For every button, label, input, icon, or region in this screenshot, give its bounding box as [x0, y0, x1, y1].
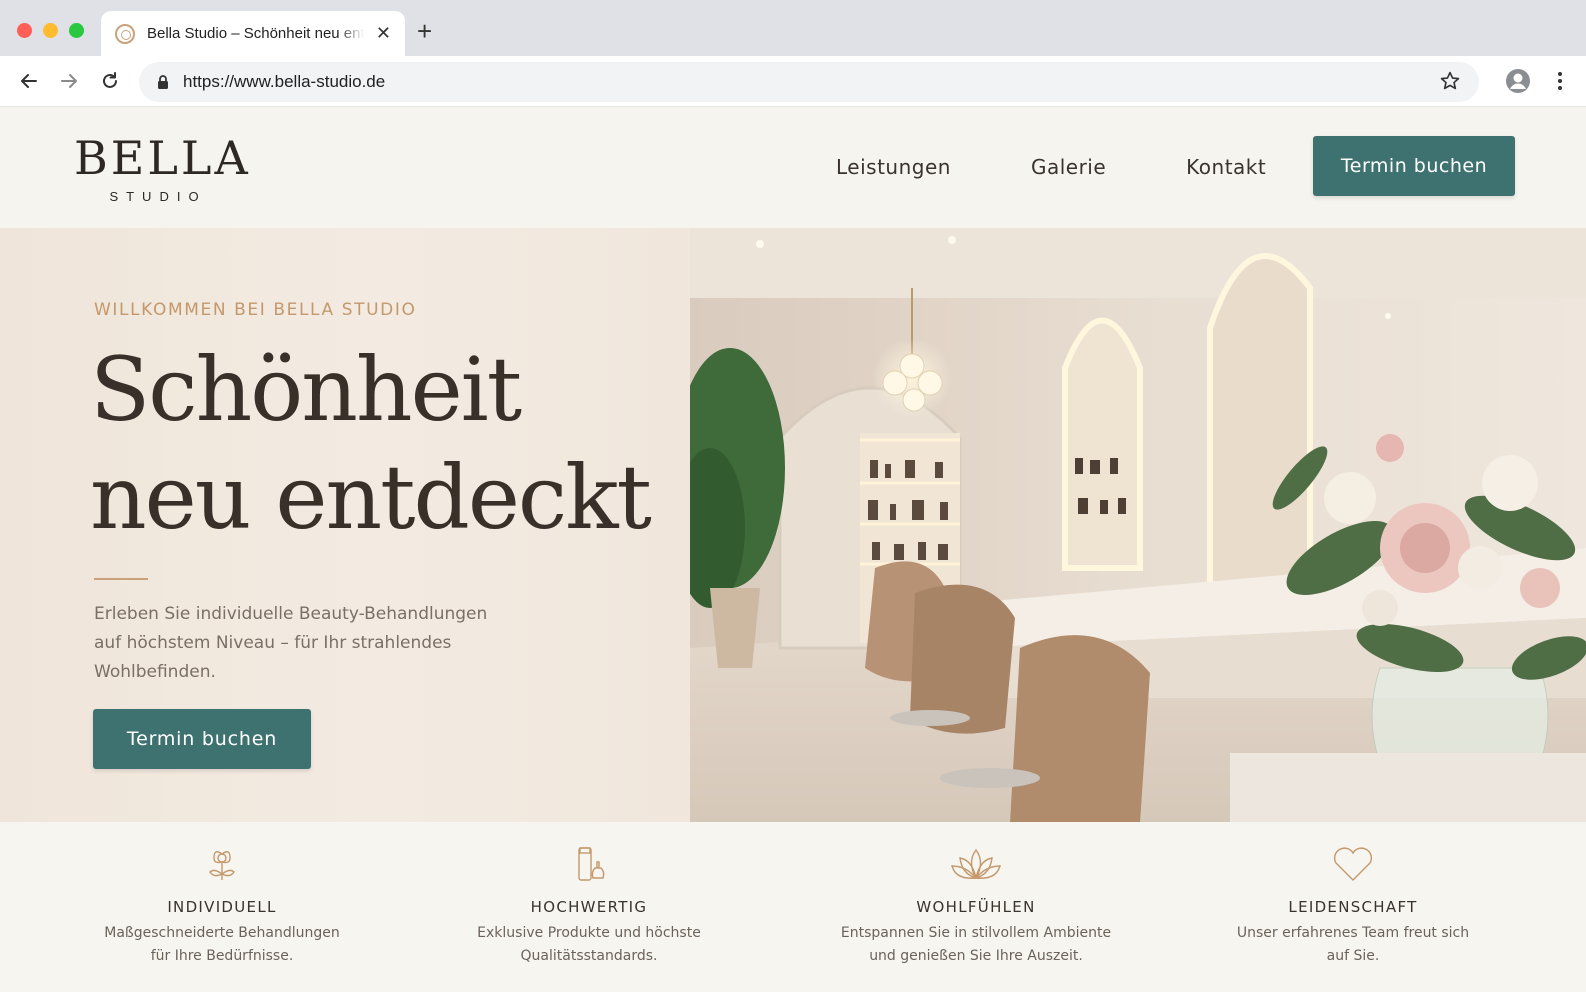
- feature-wohlfuehlen: WOHLFÜHLEN Entspannen Sie in stilvollem …: [816, 822, 1136, 968]
- feature-individuell: INDIVIDUELL Maßgeschneiderte Behandlunge…: [62, 822, 382, 968]
- logo-subtitle: STUDIO: [109, 189, 207, 204]
- site-favicon-icon: [115, 23, 135, 44]
- url-text: https://www.bella-studio.de: [183, 72, 386, 91]
- profile-avatar-icon[interactable]: [1503, 66, 1533, 96]
- browser-menu-icon[interactable]: [1547, 68, 1573, 94]
- nav-link-kontakt[interactable]: Kontakt: [1186, 155, 1266, 179]
- nav-link-galerie[interactable]: Galerie: [1031, 155, 1106, 179]
- feature-hochwertig: HOCHWERTIG Exklusive Produkte und höchst…: [429, 822, 749, 968]
- hero-text-panel: WILLKOMMEN BEI BELLA STUDIO Schönheit ne…: [0, 228, 690, 822]
- feature-description: Unser erfahrenes Team freut sich auf Sie…: [1193, 922, 1513, 968]
- forward-arrow-icon[interactable]: [56, 68, 82, 94]
- feature-description-line: Entspannen Sie in stilvollem Ambiente: [840, 925, 1112, 941]
- hero-headline-line2: neu entdeckt: [90, 446, 652, 549]
- bella-studio-logo[interactable]: BELLA STUDIO: [74, 131, 251, 204]
- feature-description-line: und genießen Sie Ihre Auszeit.: [869, 948, 1083, 964]
- lock-icon: [158, 74, 168, 89]
- feature-leidenschaft: LEIDENSCHAFT Unser erfahrenes Team freut…: [1193, 822, 1513, 968]
- tab-title: Bella Studio – Schönheit neu entdeckt: [147, 25, 364, 42]
- browser-tab-active[interactable]: Bella Studio – Schönheit neu entdeckt ✕: [101, 11, 405, 56]
- browser-toolbar: https://www.bella-studio.de: [0, 56, 1586, 107]
- bookmark-star-icon[interactable]: [1439, 70, 1461, 92]
- minimize-window-button[interactable]: [43, 23, 58, 38]
- feature-title: INDIVIDUELL: [167, 898, 277, 916]
- tab-close-icon[interactable]: ✕: [376, 24, 391, 43]
- flower-icon: [209, 851, 235, 880]
- site-header: BELLA STUDIO Leistungen Galerie Kontakt …: [0, 107, 1586, 228]
- hero-headline: Schönheit neu entdeckt: [90, 336, 652, 552]
- reload-icon[interactable]: [97, 68, 123, 94]
- feature-description-line: Exklusive Produkte und höchste: [477, 925, 701, 941]
- feature-description: Exklusive Produkte und höchste Qualitäts…: [429, 922, 749, 968]
- browser-tab-bar: Bella Studio – Schönheit neu entdeckt ✕ …: [0, 0, 1586, 56]
- main-navigation: Leistungen Galerie Kontakt: [836, 155, 1266, 179]
- nav-link-leistungen[interactable]: Leistungen: [836, 155, 951, 179]
- feature-title: HOCHWERTIG: [530, 898, 648, 916]
- hero-eyebrow: WILLKOMMEN BEI BELLA STUDIO: [94, 300, 417, 320]
- close-window-button[interactable]: [17, 23, 32, 38]
- feature-description: Maßgeschneiderte Behandlungen für Ihre B…: [62, 922, 382, 968]
- cosmetics-icon: [578, 847, 605, 881]
- lotus-icon: [951, 848, 1001, 880]
- feature-title: LEIDENSCHAFT: [1288, 898, 1418, 916]
- book-appointment-header-button[interactable]: Termin buchen: [1313, 136, 1515, 196]
- feature-description-line: Qualitätsstandards.: [520, 948, 658, 964]
- feature-description-line: Maßgeschneiderte Behandlungen: [104, 925, 340, 941]
- salon-interior-photo: [690, 228, 1586, 822]
- window-controls: [17, 23, 84, 38]
- maximize-window-button[interactable]: [69, 23, 84, 38]
- feature-description-line: für Ihre Bedürfnisse.: [150, 948, 294, 964]
- back-arrow-icon[interactable]: [16, 68, 42, 94]
- feature-title: WOHLFÜHLEN: [916, 898, 1036, 916]
- hero-divider: [94, 578, 148, 580]
- heart-icon: [1333, 847, 1373, 881]
- hero-headline-line1: Schönheit: [90, 338, 522, 441]
- feature-description-line: auf Sie.: [1326, 948, 1380, 964]
- book-appointment-hero-button[interactable]: Termin buchen: [93, 709, 311, 769]
- hero-section: WILLKOMMEN BEI BELLA STUDIO Schönheit ne…: [0, 228, 1586, 822]
- new-tab-icon[interactable]: +: [417, 16, 432, 47]
- features-section: INDIVIDUELL Maßgeschneiderte Behandlunge…: [0, 822, 1586, 992]
- hero-description: Erleben Sie individuelle Beauty-Behandlu…: [94, 604, 488, 682]
- feature-description-line: Unser erfahrenes Team freut sich: [1236, 925, 1470, 941]
- logo-wordmark: BELLA: [74, 131, 251, 185]
- address-bar[interactable]: https://www.bella-studio.de: [139, 62, 1479, 102]
- feature-description: Entspannen Sie in stilvollem Ambiente un…: [816, 922, 1136, 968]
